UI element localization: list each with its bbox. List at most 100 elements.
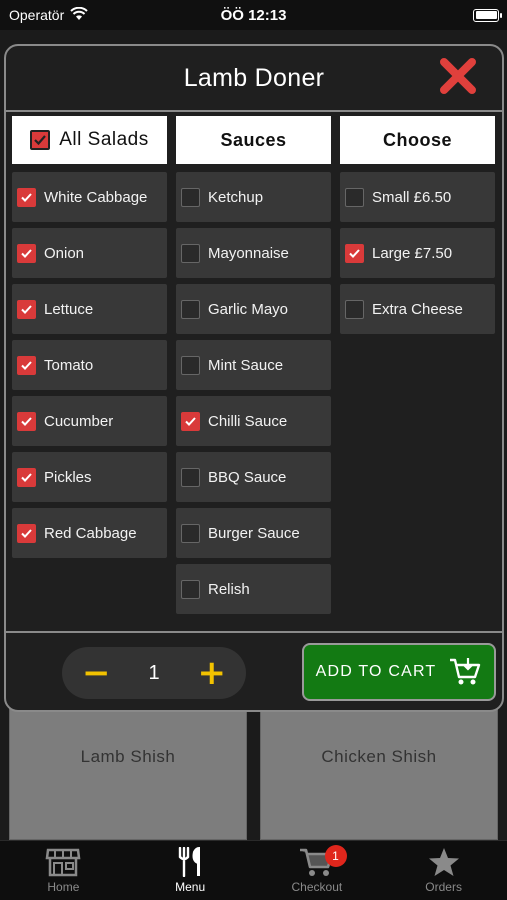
sauce-option-label: Relish (208, 580, 250, 598)
salad-option[interactable]: Cucumber (12, 396, 167, 446)
checkbox-checked-icon[interactable] (17, 523, 36, 543)
sauce-option-label: Chilli Sauce (208, 412, 288, 430)
checkbox-checked-icon[interactable] (345, 243, 364, 263)
sauce-option-label: BBQ Sauce (208, 468, 287, 486)
salad-option-label: Red Cabbage (44, 524, 137, 542)
modal-title: Lamb Doner (183, 63, 325, 92)
salad-option[interactable]: Pickles (12, 452, 167, 502)
sauce-option[interactable]: Burger Sauce (176, 508, 331, 558)
checkbox-checked-icon (30, 130, 51, 150)
sauce-option[interactable]: Ketchup (176, 172, 331, 222)
choose-header-label: Choose (382, 129, 452, 150)
status-bar: Operatör ÖÖ 12:13 (0, 0, 507, 30)
tab-orders[interactable]: Orders (380, 841, 507, 900)
add-to-cart-button[interactable]: ADD TO CART (302, 643, 496, 701)
sauce-option[interactable]: Chilli Sauce (176, 396, 331, 446)
star-icon (428, 848, 459, 876)
fork-knife-icon (178, 847, 201, 877)
checkbox-checked-icon[interactable] (17, 467, 36, 487)
size-option[interactable]: Small £6.50 (340, 172, 495, 222)
tab-bar: Home Menu 1 Checkout Orders (0, 840, 507, 900)
option-columns: All Salads White Cabbage Onion Lettuce Toma… (12, 116, 495, 620)
close-icon (440, 58, 476, 94)
decrease-quantity-button[interactable]: − (82, 656, 111, 690)
checkbox-unchecked-icon[interactable] (181, 523, 200, 543)
modal-footer: − 1 + ADD TO CART (6, 631, 502, 710)
salad-option-label: Tomato (44, 356, 94, 374)
add-to-cart-icon (450, 658, 481, 685)
sauce-option[interactable]: Mint Sauce (176, 340, 331, 390)
choose-column: Choose Small £6.50 Large £7.50 Extra Chees… (340, 116, 495, 620)
sauce-option[interactable]: Mayonnaise (176, 228, 331, 278)
checkbox-unchecked-icon[interactable] (345, 187, 364, 207)
salad-option-label: Onion (44, 244, 85, 262)
checkbox-checked-icon[interactable] (17, 355, 36, 375)
choose-header: Choose (340, 116, 495, 164)
size-option[interactable]: Extra Cheese (340, 284, 495, 334)
checkbox-unchecked-icon[interactable] (181, 579, 200, 599)
tab-checkout[interactable]: 1 Checkout (254, 841, 381, 900)
modal-header: Lamb Doner (6, 46, 502, 112)
tab-home[interactable]: Home (0, 841, 127, 900)
sauces-header-label: Sauces (220, 129, 287, 150)
checkbox-unchecked-icon[interactable] (181, 355, 200, 375)
checkbox-checked-icon[interactable] (17, 187, 36, 207)
size-option-label: Large £7.50 (372, 244, 453, 262)
salad-option[interactable]: White Cabbage (12, 172, 167, 222)
tab-label: Menu (175, 880, 206, 894)
all-salads-toggle[interactable]: All Salads (12, 116, 167, 164)
menu-card-lamb-shish[interactable]: Lamb Shish (9, 700, 247, 840)
checkbox-unchecked-icon[interactable] (181, 187, 200, 207)
size-option-label: Small £6.50 (372, 188, 452, 206)
salad-option[interactable]: Tomato (12, 340, 167, 390)
quantity-value: 1 (148, 661, 160, 684)
add-to-cart-label: ADD TO CART (315, 663, 437, 680)
menu-card-label: Lamb Shish (80, 747, 176, 766)
close-button[interactable] (436, 54, 480, 98)
all-salads-label: All Salads (59, 129, 149, 150)
sauce-option-label: Burger Sauce (208, 524, 300, 542)
sauce-option[interactable]: Relish (176, 564, 331, 614)
checkbox-checked-icon[interactable] (17, 299, 36, 319)
battery-icon (473, 8, 502, 22)
salad-option[interactable]: Red Cabbage (12, 508, 167, 558)
status-left: Operatör (9, 6, 88, 24)
sauces-list: Ketchup Mayonnaise Garlic Mayo Mint Sauce Ch… (176, 172, 331, 614)
tab-menu[interactable]: Menu (127, 841, 254, 900)
sauce-option-label: Garlic Mayo (208, 300, 289, 318)
salad-option-label: Pickles (44, 468, 92, 486)
salads-column: All Salads White Cabbage Onion Lettuce Toma… (12, 116, 167, 620)
increase-quantity-button[interactable]: + (198, 656, 227, 690)
salad-option-label: Lettuce (44, 300, 94, 318)
sauces-header: Sauces (176, 116, 331, 164)
checkbox-unchecked-icon[interactable] (345, 299, 364, 319)
store-icon (45, 848, 81, 877)
carrier-name: Operatör (9, 7, 65, 23)
sauce-option-label: Ketchup (208, 188, 264, 206)
menu-card-label: Chicken Shish (321, 747, 437, 766)
sauce-option-label: Mint Sauce (208, 356, 284, 374)
cart-count-badge: 1 (324, 845, 347, 867)
tab-label: Home (47, 880, 80, 894)
checkbox-checked-icon[interactable] (181, 411, 200, 431)
size-option-label: Extra Cheese (372, 300, 463, 318)
wifi-icon (70, 6, 88, 24)
salad-option[interactable]: Onion (12, 228, 167, 278)
sauces-column: Sauces Ketchup Mayonnaise Garlic Mayo Mint … (176, 116, 331, 620)
sauce-option-label: Mayonnaise (208, 244, 289, 262)
sauce-option[interactable]: BBQ Sauce (176, 452, 331, 502)
checkbox-unchecked-icon[interactable] (181, 243, 200, 263)
sauce-option[interactable]: Garlic Mayo (176, 284, 331, 334)
salad-option-label: White Cabbage (44, 188, 148, 206)
checkbox-unchecked-icon[interactable] (181, 299, 200, 319)
checkbox-checked-icon[interactable] (17, 243, 36, 263)
item-options-modal: Lamb Doner All Salads White Cabbage Onion… (4, 44, 504, 712)
salads-list: White Cabbage Onion Lettuce Tomato Cucumber P… (12, 172, 167, 558)
salad-option-label: Cucumber (44, 412, 114, 430)
checkbox-unchecked-icon[interactable] (181, 467, 200, 487)
size-option[interactable]: Large £7.50 (340, 228, 495, 278)
checkbox-checked-icon[interactable] (17, 411, 36, 431)
tab-label: Orders (425, 880, 462, 894)
salad-option[interactable]: Lettuce (12, 284, 167, 334)
menu-card-chicken-shish[interactable]: Chicken Shish (260, 700, 498, 840)
